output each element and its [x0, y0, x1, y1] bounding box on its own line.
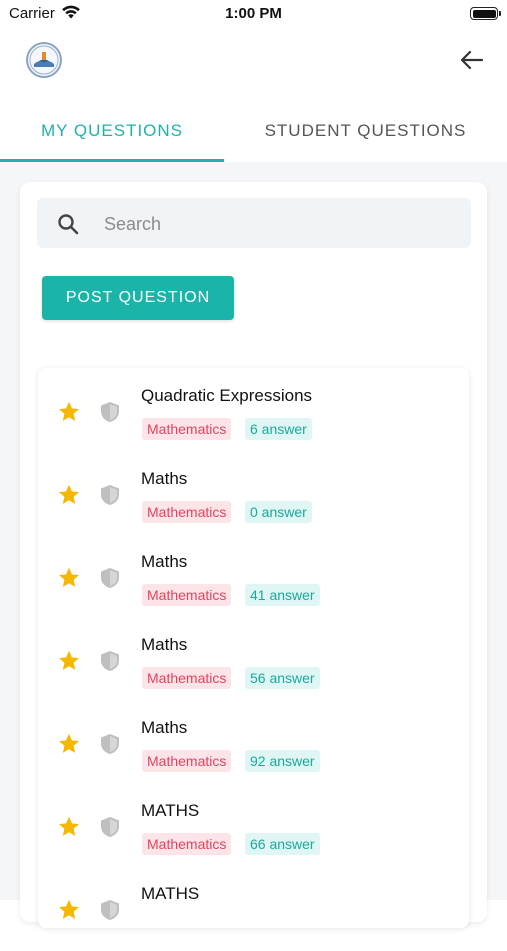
answer-count-tag: 56 answer: [245, 667, 320, 689]
shield-icon: [99, 483, 121, 507]
star-icon[interactable]: [57, 815, 81, 839]
question-title: Quadratic Expressions: [141, 386, 313, 405]
question-list-item[interactable]: MATHS: [38, 868, 469, 951]
subject-tag: Mathematics: [142, 750, 232, 772]
question-title: Maths: [141, 469, 188, 488]
tab-my-questions[interactable]: MY QUESTIONS: [0, 100, 224, 162]
shield-icon: [99, 566, 121, 590]
shield-icon: [99, 732, 121, 756]
answer-count-tag: 0 answer: [245, 501, 312, 523]
answer-count-tag: 41 answer: [245, 584, 320, 606]
question-list-item[interactable]: Maths Mathematics 41 answer: [38, 536, 469, 619]
search-icon: [56, 212, 80, 241]
question-tabs: MY QUESTIONS STUDENT QUESTIONS: [0, 100, 507, 162]
answer-count-tag: 66 answer: [245, 833, 320, 855]
shield-icon: [99, 898, 121, 922]
subject-tag: Mathematics: [142, 418, 232, 440]
star-icon[interactable]: [57, 483, 81, 507]
subject-tag: Mathematics: [142, 584, 232, 606]
question-title: Maths: [141, 552, 188, 571]
star-icon[interactable]: [57, 566, 81, 590]
back-arrow-icon[interactable]: [456, 44, 488, 76]
question-title: Maths: [141, 718, 188, 737]
battery-icon: [470, 7, 501, 20]
app-logo: [26, 42, 62, 78]
question-title: MATHS: [141, 884, 200, 903]
answer-count-tag: 6 answer: [245, 418, 312, 440]
subject-tag: Mathematics: [142, 501, 232, 523]
question-list-item[interactable]: Maths Mathematics 92 answer: [38, 702, 469, 785]
post-question-button[interactable]: POST QUESTION: [42, 276, 234, 320]
answer-count-tag: 92 answer: [245, 750, 320, 772]
shield-icon: [99, 649, 121, 673]
status-time: 1:00 PM: [225, 5, 282, 22]
star-icon[interactable]: [57, 649, 81, 673]
question-list-item[interactable]: Quadratic Expressions Mathematics 6 answer: [38, 370, 469, 453]
subject-tag: Mathematics: [142, 833, 232, 855]
star-icon[interactable]: [57, 898, 81, 922]
question-title: Maths: [141, 635, 188, 654]
search-input[interactable]: [102, 210, 456, 238]
shield-icon: [99, 400, 121, 424]
question-list-item[interactable]: MATHS Mathematics 66 answer: [38, 785, 469, 868]
star-icon[interactable]: [57, 400, 81, 424]
tab-student-questions[interactable]: STUDENT QUESTIONS: [224, 100, 507, 162]
subject-tag: Mathematics: [142, 667, 232, 689]
question-list-item[interactable]: Maths Mathematics 0 answer: [38, 453, 469, 536]
question-list-item[interactable]: Maths Mathematics 56 answer: [38, 619, 469, 702]
shield-icon: [99, 815, 121, 839]
question-title: MATHS: [141, 801, 200, 820]
status-bar: Carrier 1:00 PM: [0, 0, 507, 28]
star-icon[interactable]: [57, 732, 81, 756]
